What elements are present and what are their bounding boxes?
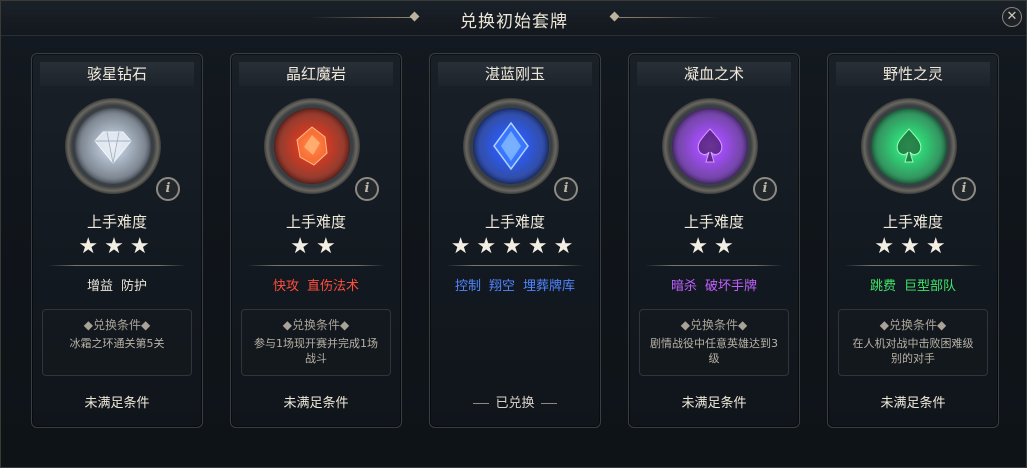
- condition-text: 剧情战役中任意英雄达到3级: [650, 337, 778, 365]
- condition-text: 参与1场现开赛并完成1场战斗: [254, 337, 378, 365]
- green-spade-icon: [870, 107, 948, 185]
- exchange-condition-box: ◆兑换条件◆ 剧情战役中任意英雄达到3级: [639, 309, 789, 376]
- deck-tags: 增益 防护: [32, 275, 202, 294]
- condition-title: ◆兑换条件◆: [282, 318, 350, 332]
- exchange-status[interactable]: 未满足条件: [828, 392, 998, 411]
- deck-card[interactable]: 野性之灵 i 上手难度 ★★★ 跳费 巨型部队 ◆兑换条件◆ 在人机对战中击败困难级别的对手未…: [827, 53, 999, 428]
- title-ornament-left: [311, 17, 411, 18]
- close-button[interactable]: ✕: [1002, 7, 1022, 27]
- deck-name: 野性之灵: [836, 62, 990, 86]
- deck-tag: 暗杀: [670, 279, 697, 294]
- info-icon[interactable]: i: [156, 177, 180, 201]
- condition-title: ◆兑换条件◆: [680, 318, 748, 332]
- redeemed-status: 已兑换: [430, 392, 600, 411]
- deck-tag: 快攻: [272, 279, 299, 294]
- info-icon[interactable]: i: [355, 177, 379, 201]
- deck-tags: 暗杀 破坏手牌: [629, 275, 799, 294]
- deck-tag: 增益: [86, 279, 113, 294]
- deck-tags: 控制 翔空 埋葬牌库: [430, 275, 600, 294]
- dash-ornament: [473, 403, 490, 404]
- condition-title: ◆兑换条件◆: [879, 318, 947, 332]
- deck-name: 凝血之术: [637, 62, 791, 86]
- red-crystal-icon: [273, 107, 351, 185]
- divider: [446, 265, 584, 266]
- difficulty-label: 上手难度: [86, 213, 147, 231]
- exchange-condition-box: ◆兑换条件◆ 冰霜之环通关第5关: [42, 309, 192, 376]
- deck-tag: 控制: [454, 279, 481, 294]
- deck-name: 骇星钻石: [40, 62, 194, 86]
- condition-text: 在人机对战中击败困难级别的对手: [852, 337, 974, 365]
- divider: [645, 265, 783, 266]
- divider: [247, 265, 385, 266]
- difficulty-stars: ★★★: [78, 234, 156, 259]
- exchange-status[interactable]: 未满足条件: [629, 392, 799, 411]
- difficulty-label: 上手难度: [484, 213, 545, 231]
- deck-emblem: [65, 98, 161, 194]
- info-icon[interactable]: i: [952, 177, 976, 201]
- deck-tag: 埋葬牌库: [523, 279, 576, 294]
- deck-tag: 破坏手牌: [705, 279, 758, 294]
- difficulty-stars: ★★★: [874, 234, 952, 259]
- deck-emblem: [264, 98, 360, 194]
- difficulty-label: 上手难度: [683, 213, 744, 231]
- page-title: 兑换初始套牌: [460, 12, 568, 32]
- deck-tags: 跳费 巨型部队: [828, 275, 998, 294]
- exchange-status[interactable]: 未满足条件: [231, 392, 401, 411]
- deck-tag: 巨型部队: [904, 279, 957, 294]
- deck-tags: 快攻 直伤法术: [231, 275, 401, 294]
- exchange-condition-box: ◆兑换条件◆ 参与1场现开赛并完成1场战斗: [241, 309, 391, 376]
- difficulty-stars: ★★★★★: [450, 234, 580, 259]
- deck-emblem: [662, 98, 758, 194]
- exchange-condition-box: ◆兑换条件◆ 在人机对战中击败困难级别的对手: [838, 309, 988, 376]
- info-icon[interactable]: i: [554, 177, 578, 201]
- difficulty-label: 上手难度: [285, 213, 346, 231]
- purple-spade-icon: [671, 107, 749, 185]
- deck-name: 晶红魔岩: [239, 62, 393, 86]
- condition-title: ◆兑换条件◆: [83, 318, 151, 332]
- deck-card[interactable]: 凝血之术 i 上手难度 ★★ 暗杀 破坏手牌 ◆兑换条件◆ 剧情战役中任意英雄达到3级未满足条…: [628, 53, 800, 428]
- deck-tag: 跳费: [869, 279, 896, 294]
- deck-exchange-panel: 兑换初始套牌 ✕ 骇星钻石 i 上手难度 ★★★ 增益 防护 ◆兑换条件◆ 冰霜之环通关第5关…: [0, 0, 1027, 468]
- deck-tag: 防护: [121, 279, 148, 294]
- difficulty-stars: ★★: [290, 234, 342, 259]
- diamond-icon: [74, 107, 152, 185]
- difficulty-stars: ★★: [688, 234, 740, 259]
- status-text: 已兑换: [495, 396, 535, 411]
- divider: [48, 265, 186, 266]
- condition-text: 冰霜之环通关第5关: [69, 337, 165, 350]
- deck-card[interactable]: 湛蓝刚玉 i 上手难度 ★★★★★ 控制 翔空 埋葬牌库已兑换: [429, 53, 601, 428]
- blue-sapphire-icon: [472, 107, 550, 185]
- deck-card[interactable]: 晶红魔岩 i 上手难度 ★★ 快攻 直伤法术 ◆兑换条件◆ 参与1场现开赛并完成1场战斗未满足…: [230, 53, 402, 428]
- difficulty-label: 上手难度: [882, 213, 943, 231]
- divider: [844, 265, 982, 266]
- deck-name: 湛蓝刚玉: [438, 62, 592, 86]
- deck-emblem: [861, 98, 957, 194]
- info-icon[interactable]: i: [753, 177, 777, 201]
- deck-card[interactable]: 骇星钻石 i 上手难度 ★★★ 增益 防护 ◆兑换条件◆ 冰霜之环通关第5关未满足条件: [31, 53, 203, 428]
- deck-emblem: [463, 98, 559, 194]
- title-bar: 兑换初始套牌 ✕: [1, 1, 1026, 36]
- exchange-status[interactable]: 未满足条件: [32, 392, 202, 411]
- deck-tag: 直伤法术: [307, 279, 360, 294]
- deck-tag: 翔空: [488, 279, 515, 294]
- title-ornament-right: [619, 17, 719, 18]
- dash-ornament: [540, 403, 557, 404]
